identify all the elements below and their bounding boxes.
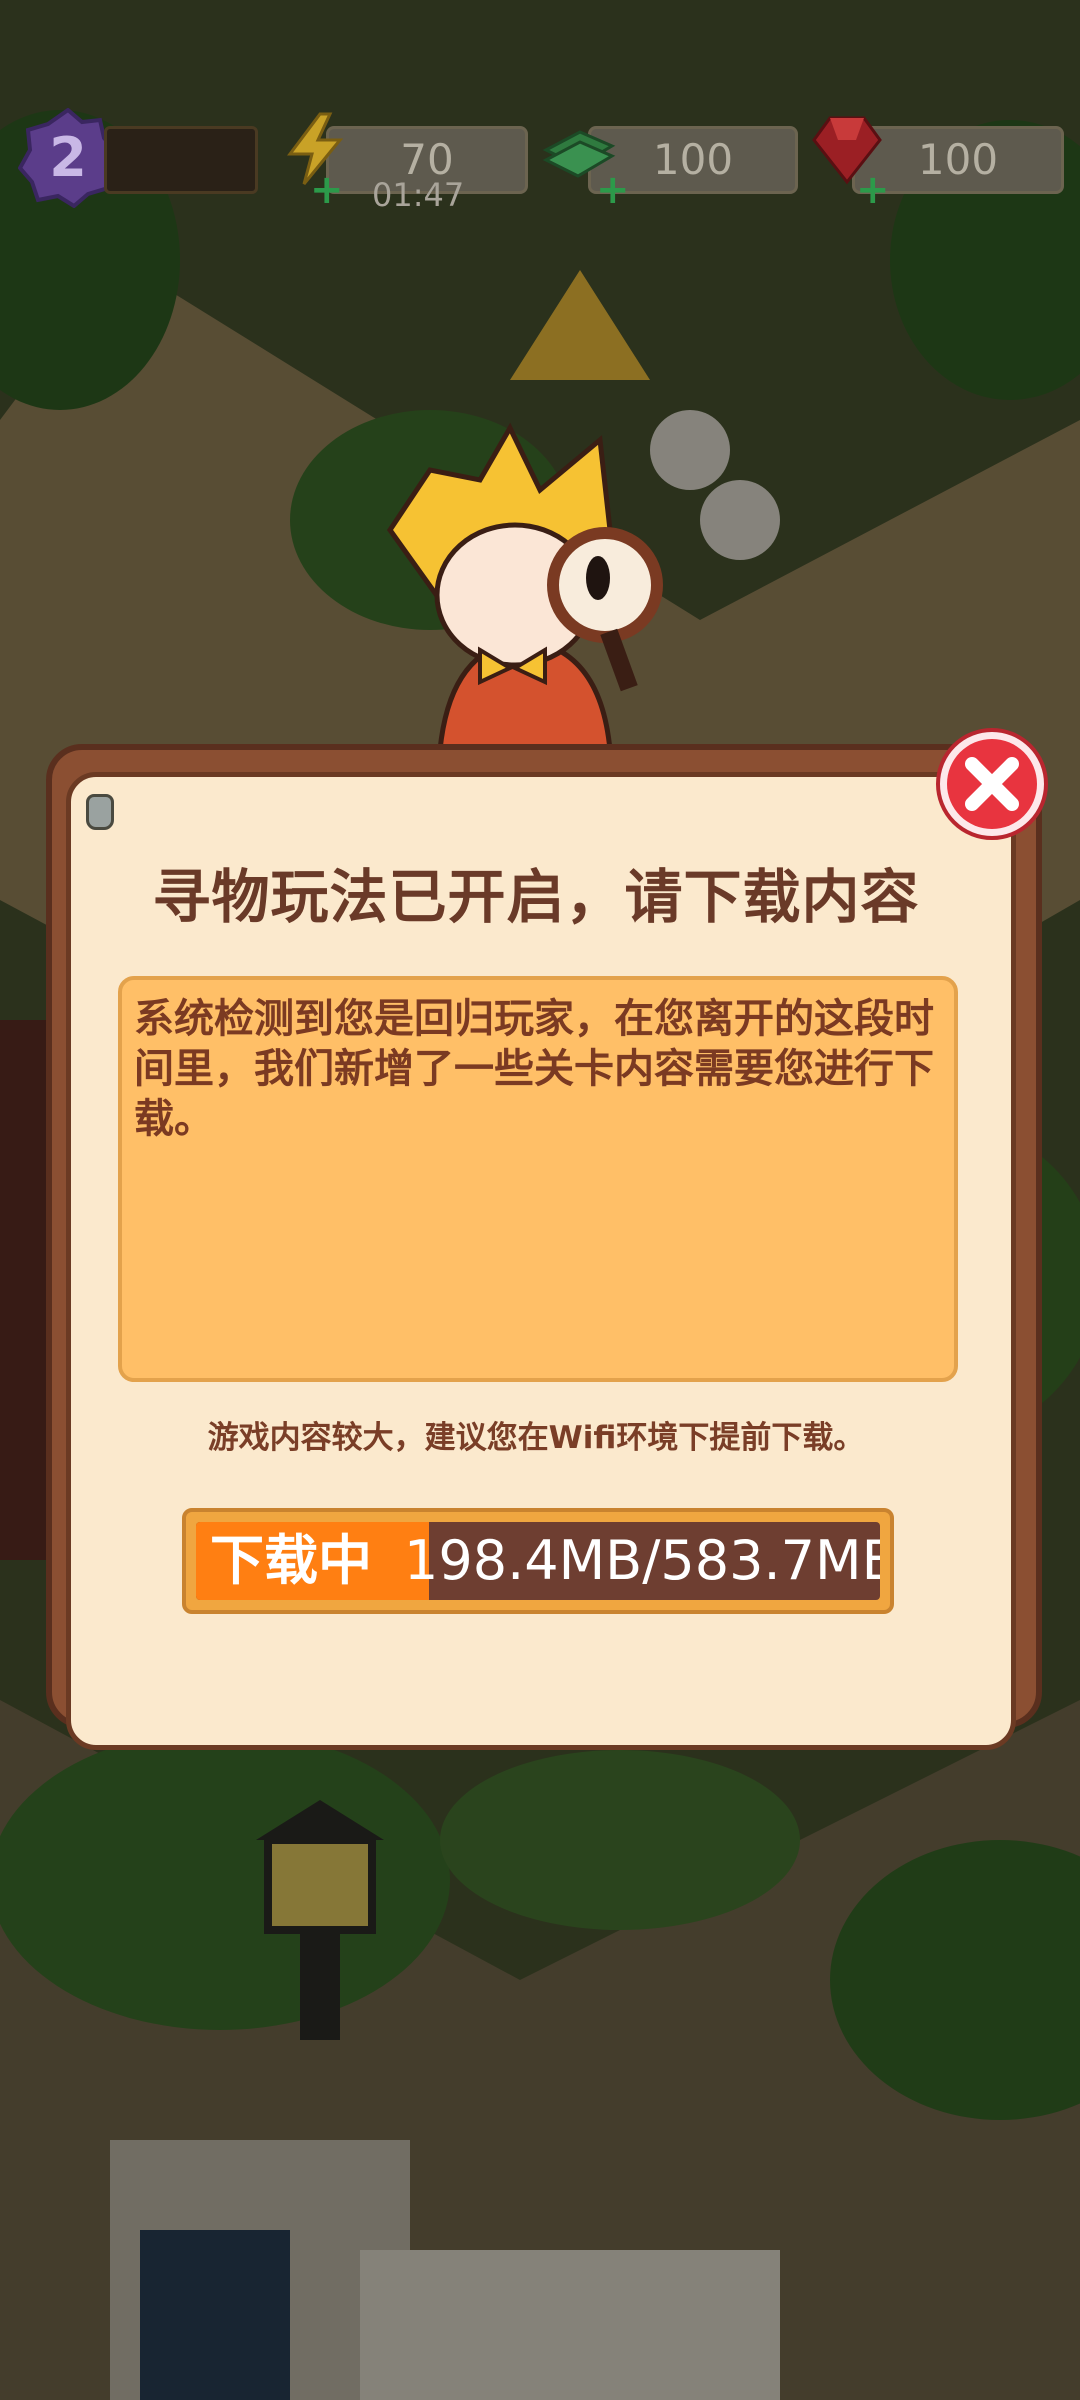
player-level: 2 xyxy=(49,126,87,189)
message-text: 系统检测到您是回归玩家，在您离开的这段时间里，我们新增了一些关卡内容需要您进行下… xyxy=(134,996,934,1142)
dialog-title: 寻物玩法已开启，请下载内容 xyxy=(152,863,920,931)
xp-progress-bar xyxy=(104,126,258,194)
message-box: 系统检测到您是回归玩家，在您离开的这段时间里，我们新增了一些关卡内容需要您进行下… xyxy=(118,976,958,1382)
resource-bar: 2 70 + 01:47 100 + 100 + xyxy=(0,0,1080,220)
progress-track: 下载中 198.4MB/583.7MB xyxy=(196,1522,880,1600)
detective-character-illustration xyxy=(386,422,663,750)
add-energy-button[interactable]: + xyxy=(310,170,344,210)
energy-timer: 01:47 xyxy=(372,176,465,214)
pin-icon xyxy=(86,794,114,830)
add-cash-button[interactable]: + xyxy=(596,170,630,210)
wifi-hint: 游戏内容较大，建议您在Wifi环境下提前下载。 xyxy=(207,1420,865,1456)
download-progress: 下载中 198.4MB/583.7MB xyxy=(182,1508,894,1614)
close-x-icon[interactable] xyxy=(934,726,1050,842)
add-gems-button[interactable]: + xyxy=(856,170,890,210)
download-status-label: 下载中 xyxy=(210,1529,372,1592)
download-size-text: 198.4MB/583.7MB xyxy=(404,1529,880,1592)
